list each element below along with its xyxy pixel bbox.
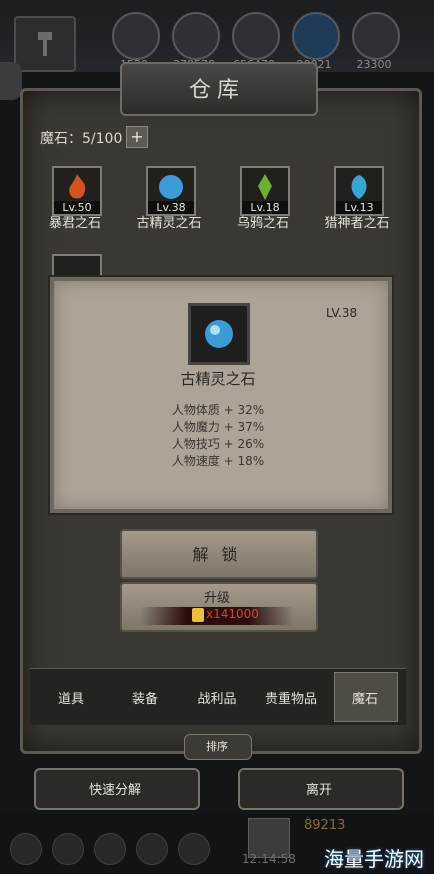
stone-slot[interactable]: Lv.18 <box>240 166 290 216</box>
tab-loot[interactable]: 战利品 <box>182 688 252 707</box>
skill-slot-icon[interactable] <box>52 833 84 865</box>
side-emblem-icon[interactable] <box>0 62 22 100</box>
menu-button[interactable] <box>14 16 76 72</box>
leave-label: 离开 <box>305 783 332 798</box>
gold-coin-icon <box>192 608 204 622</box>
iron-icon[interactable] <box>352 12 400 60</box>
add-capacity-button[interactable]: + <box>126 126 148 148</box>
tab-items[interactable]: 道具 <box>36 688 106 707</box>
detail-stone-slot <box>188 303 250 365</box>
detail-name: 古精灵之石 <box>180 370 256 388</box>
capacity-label: 魔石：5/100 <box>40 131 123 147</box>
crow-stone-icon <box>258 174 272 200</box>
stone-slot[interactable]: Lv.13 <box>334 166 384 216</box>
stone-slot[interactable]: Lv.38 <box>146 166 196 216</box>
stone-name: 猎神者之石 <box>324 216 390 231</box>
page-title: 仓库 <box>188 78 245 103</box>
elf-stone-icon <box>159 175 183 199</box>
sort-label: 排序 <box>206 740 228 753</box>
hunter-stone-icon <box>351 175 367 199</box>
skill-slot-icon[interactable] <box>178 833 210 865</box>
tab-equipment[interactable]: 装备 <box>110 688 180 707</box>
stone-slot[interactable]: Lv.50 <box>52 166 102 216</box>
stat-line: 人物技巧 + 26% <box>171 437 265 451</box>
hammer-icon <box>38 32 52 56</box>
upgrade-cost: x141000 <box>206 607 259 621</box>
skill-slot-icon[interactable] <box>10 833 42 865</box>
iron-count: 23300 <box>356 58 392 71</box>
stat-line: 人物速度 + 18% <box>171 454 265 468</box>
stone-name: 古精灵之石 <box>136 216 202 231</box>
stat-line: 人物魔力 + 37% <box>171 420 265 434</box>
upgrade-label: 升级 <box>203 591 230 606</box>
clock-time: 12:14:58 <box>242 852 296 866</box>
flame-stone-icon <box>69 174 86 199</box>
elf-stone-icon <box>205 320 233 348</box>
wood-icon[interactable] <box>112 12 160 60</box>
stone-icon[interactable] <box>232 12 280 60</box>
quick-decompose-label: 快速分解 <box>88 783 141 798</box>
detail-level: LV.38 <box>326 306 358 320</box>
tab-magic-stones[interactable]: 魔石 <box>330 688 400 707</box>
crystal-icon[interactable] <box>292 12 340 60</box>
tab-valuables[interactable]: 贵重物品 <box>256 688 326 707</box>
stone-name: 暴君之石 <box>48 216 101 231</box>
gold-count: 89213 <box>304 818 346 833</box>
watermark-logo: 海量手游网 <box>324 847 424 871</box>
stone-name: 乌鸦之石 <box>236 216 289 231</box>
skill-slot-icon[interactable] <box>94 833 126 865</box>
unlock-label: 解 锁 <box>192 545 242 564</box>
stat-line: 人物体质 + 32% <box>171 403 265 417</box>
log-icon[interactable] <box>172 12 220 60</box>
skill-slot-icon[interactable] <box>136 833 168 865</box>
